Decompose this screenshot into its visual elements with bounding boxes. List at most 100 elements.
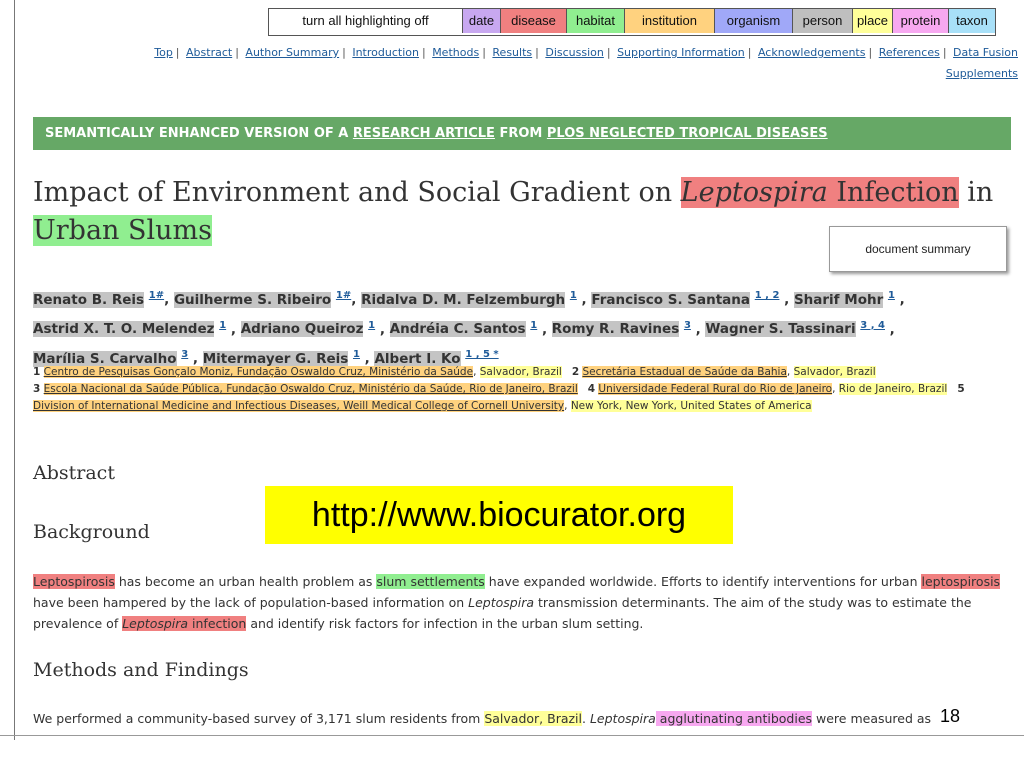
author-affiliation-link[interactable]: 1# — [149, 290, 164, 301]
author-name: Andréia C. Santos — [389, 321, 526, 337]
author-affiliation-link[interactable]: 3 , 4 — [860, 320, 885, 331]
methods-heading: Methods and Findings — [33, 659, 249, 681]
author-list: Renato B. Reis 1#, Guilherme S. Ribeiro … — [33, 290, 905, 367]
affiliation-number: 4 — [587, 383, 596, 395]
affiliation-number: 3 — [33, 383, 41, 395]
affiliation-institution[interactable]: Centro de Pesquisas Gonçalo Moniz, Funda… — [43, 366, 474, 378]
text: were measured as — [812, 711, 932, 726]
highlight-toolbar: turn all highlighting off date disease h… — [268, 8, 996, 36]
author-affiliation-link[interactable]: 1 — [888, 290, 895, 301]
nav-author-summary[interactable]: Author Summary — [245, 46, 339, 59]
title-habitat: Urban Slums — [33, 215, 212, 246]
nav-acknowledgements[interactable]: Acknowledgements — [758, 46, 866, 59]
page-number: 18 — [940, 706, 961, 726]
author-name: Renato B. Reis — [33, 291, 145, 308]
nav-discussion[interactable]: Discussion — [545, 46, 604, 59]
text: has become an urban health problem as — [114, 574, 377, 589]
highlight-taxon-button[interactable]: taxon — [949, 9, 995, 33]
abstract-heading: Abstract — [33, 462, 115, 484]
author-name: Ridalva D. M. Felzemburgh — [361, 291, 566, 308]
affiliation-place: Salvador, Brazil — [793, 366, 876, 378]
highlight-organism-button[interactable]: organism — [715, 9, 793, 33]
affiliation-list: 1 Centro de Pesquisas Gonçalo Moniz, Fun… — [33, 366, 965, 412]
author-affiliation-link[interactable]: 1# — [336, 290, 351, 301]
author-name: Wagner S. Tassinari — [705, 321, 856, 337]
author-name: Francisco S. Santana — [591, 291, 751, 308]
author-affiliation-link[interactable]: 1 , 2 — [755, 290, 780, 301]
title-part2: in — [958, 177, 994, 208]
section-nav: Top | Abstract | Author Summary | Introduct… — [154, 46, 1018, 80]
nav-supporting-information[interactable]: Supporting Information — [617, 46, 745, 59]
nav-supplements[interactable]: Supplements — [946, 67, 1018, 80]
affiliation-number: 2 — [571, 366, 580, 378]
highlight-date-button[interactable]: date — [463, 9, 501, 33]
banner-prefix: SEMANTICALLY ENHANCED VERSION OF A — [45, 126, 353, 141]
text: have expanded worldwide. Efforts to iden… — [484, 574, 922, 589]
disease-infection: infection — [188, 616, 247, 631]
author-name: Adriano Queiroz — [240, 321, 364, 337]
affiliation-number: 1 — [33, 366, 41, 378]
biocurator-url: http://www.biocurator.org — [265, 486, 733, 544]
nav-data-fusion[interactable]: Data Fusion — [953, 46, 1018, 59]
nav-results[interactable]: Results — [492, 46, 532, 59]
banner-research-article-link[interactable]: RESEARCH ARTICLE — [353, 126, 495, 141]
author-affiliation-link[interactable]: 1 — [219, 320, 226, 331]
highlight-place-button[interactable]: place — [853, 9, 893, 33]
document-summary-button[interactable]: document summary — [829, 226, 1007, 272]
affiliation-institution[interactable]: Universidade Federal Rural do Rio de Jan… — [598, 383, 833, 395]
disease-organism: Leptospira — [122, 616, 189, 631]
affiliation-institution[interactable]: Escola Nacional da Saúde Pública, Fundaç… — [43, 383, 578, 395]
affiliation-institution[interactable]: Division of International Medicine and I… — [33, 400, 565, 412]
highlight-disease-button[interactable]: disease — [501, 9, 567, 33]
author-name: Guilherme S. Ribeiro — [173, 291, 332, 308]
banner-journal-link[interactable]: PLOS NEGLECTED TROPICAL DISEASES — [547, 126, 828, 141]
title-part1: Impact of Environment and Social Gradien… — [33, 177, 681, 208]
nav-top[interactable]: Top — [154, 46, 173, 59]
author-affiliation-link[interactable]: 1 — [353, 349, 360, 360]
title-infection: Infection — [827, 177, 959, 208]
text: . — [582, 711, 590, 726]
nav-references[interactable]: References — [879, 46, 940, 59]
highlight-person-button[interactable]: person — [793, 9, 853, 33]
affiliation-number: 5 — [957, 383, 965, 395]
title-organism: Leptospira — [680, 177, 828, 208]
methods-paragraph: We performed a community-based survey of… — [33, 708, 1011, 729]
affiliation-institution[interactable]: Secretária Estadual de Saúde da Bahia — [582, 366, 787, 378]
author-name: Romy R. Ravines — [551, 321, 680, 337]
author-affiliation-link[interactable]: 1 — [570, 290, 577, 301]
disease-term: Leptospira infection — [122, 616, 247, 631]
author-affiliation-link[interactable]: 1 — [530, 320, 537, 331]
organism-term: Leptospira — [468, 595, 534, 610]
protein-term: agglutinating antibodies — [655, 711, 813, 726]
affiliation-place: New York, New York, United States of Ame… — [570, 400, 812, 412]
background-heading: Background — [33, 521, 150, 543]
highlight-institution-button[interactable]: institution — [625, 9, 715, 33]
affiliation-place: Rio de Janeiro, Brazil — [838, 383, 948, 395]
enhanced-version-banner: SEMANTICALLY ENHANCED VERSION OF A RESEA… — [33, 117, 1011, 150]
organism-term: Leptospira — [589, 711, 656, 726]
title-disease-highlight: Leptospira Infection — [680, 177, 959, 208]
affiliation-place: Salvador, Brazil — [479, 366, 562, 378]
nav-methods[interactable]: Methods — [432, 46, 479, 59]
habitat-term: slum settlements — [376, 574, 485, 589]
author-affiliation-link[interactable]: 1 — [368, 320, 375, 331]
author-affiliation-link[interactable]: 3 — [181, 349, 188, 360]
left-border — [14, 0, 15, 740]
text: and identify risk factors for infection … — [246, 616, 644, 631]
highlighting-off-button[interactable]: turn all highlighting off — [269, 9, 463, 33]
place-term: Salvador, Brazil — [484, 711, 583, 726]
author-name: Sharif Mohr — [793, 291, 884, 308]
background-paragraph: Leptospirosis has become an urban health… — [33, 571, 1011, 634]
disease-term: leptospirosis — [921, 574, 1001, 589]
author-affiliation-link[interactable]: 1 , 5 * — [465, 349, 498, 360]
disease-term: Leptospirosis — [33, 574, 115, 589]
highlight-protein-button[interactable]: protein — [893, 9, 949, 33]
nav-introduction[interactable]: Introduction — [352, 46, 419, 59]
text: have been hampered by the lack of popula… — [33, 595, 469, 610]
nav-abstract[interactable]: Abstract — [186, 46, 232, 59]
highlight-habitat-button[interactable]: habitat — [567, 9, 625, 33]
author-affiliation-link[interactable]: 3 — [684, 320, 691, 331]
text: We performed a community-based survey of… — [33, 711, 485, 726]
author-name: Astrid X. T. O. Melendez — [33, 321, 215, 337]
banner-mid: FROM — [494, 126, 547, 141]
